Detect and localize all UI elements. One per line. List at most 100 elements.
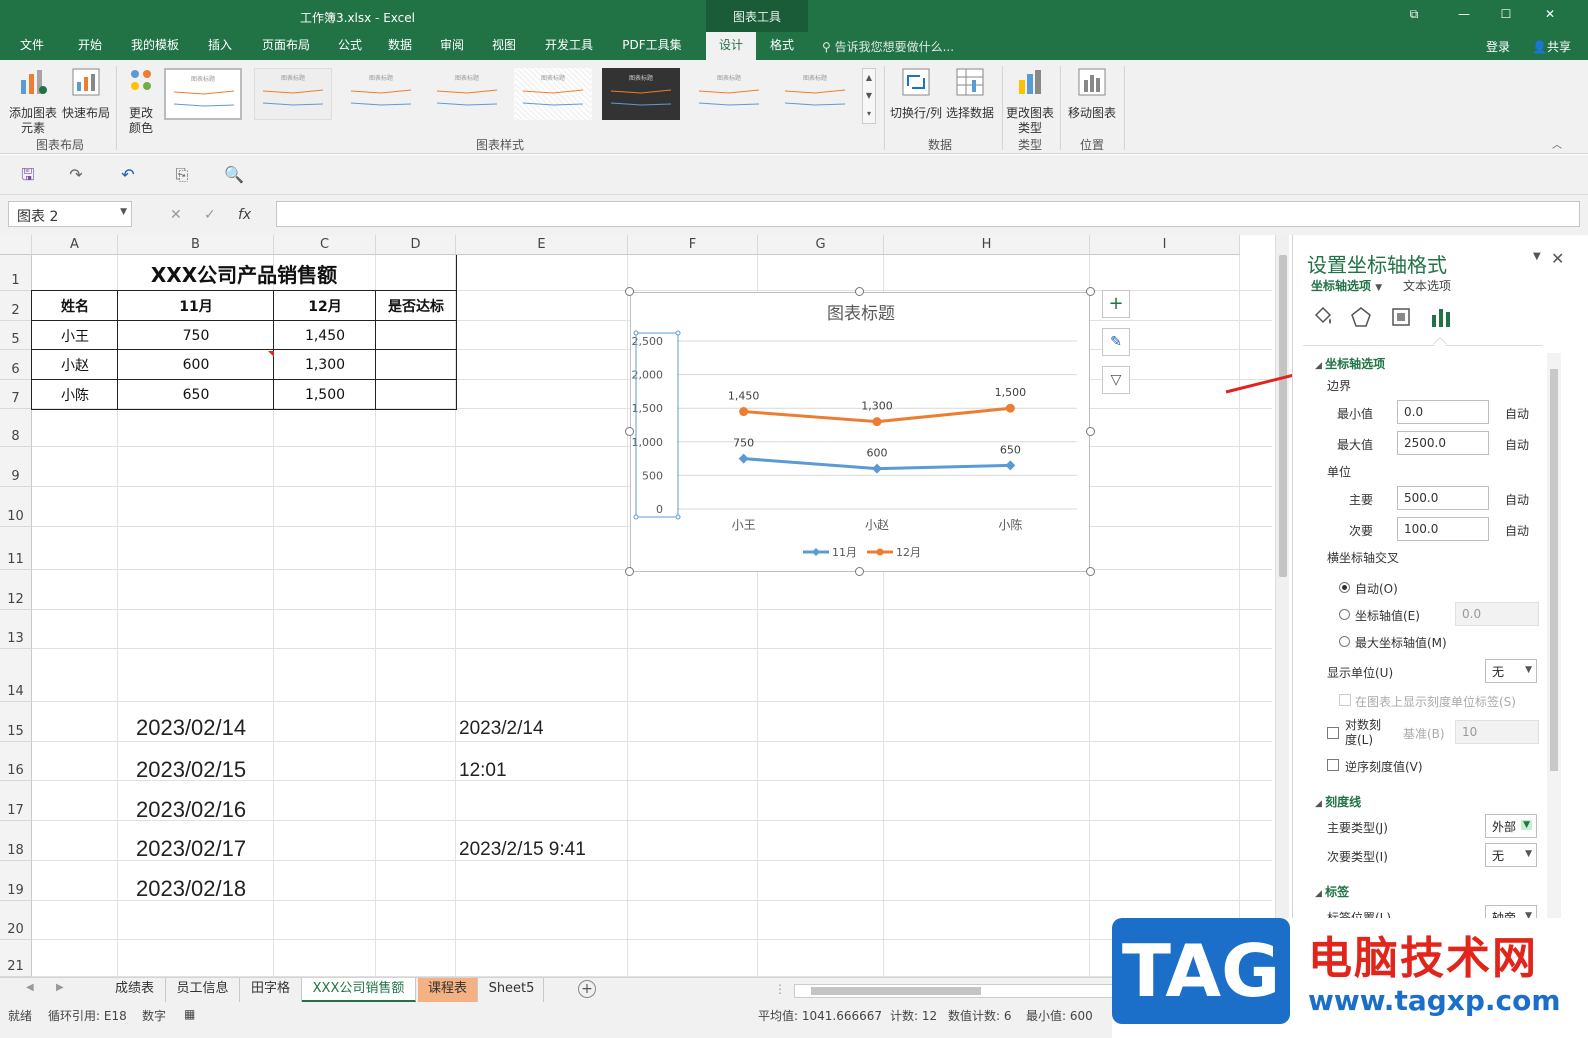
data-label[interactable]: 1,300: [861, 400, 893, 413]
sheet-tab[interactable]: 课程表: [418, 978, 478, 1002]
minor-auto-button[interactable]: 自动: [1505, 522, 1529, 539]
column-header[interactable]: I: [1090, 235, 1240, 255]
text-options-tab[interactable]: 文本选项: [1403, 277, 1451, 294]
legend-label[interactable]: 12月: [896, 546, 921, 559]
column-header[interactable]: A: [32, 235, 118, 255]
min-auto-button[interactable]: 自动: [1505, 405, 1529, 422]
data-point[interactable]: [739, 407, 749, 417]
pane-menu-icon[interactable]: ▼: [1533, 251, 1541, 262]
splitter-icon[interactable]: ⋮: [774, 982, 786, 996]
tab-review[interactable]: 审阅: [434, 32, 470, 60]
column-header[interactable]: D: [376, 235, 456, 255]
column-header[interactable]: F: [628, 235, 758, 255]
cancel-icon[interactable]: ✕: [170, 207, 182, 223]
select-data-button[interactable]: 选择数据: [944, 66, 996, 121]
axis-selection-handle[interactable]: [633, 514, 639, 520]
row-header[interactable]: 20: [0, 901, 32, 940]
chart-style-4[interactable]: 图表标题: [428, 68, 506, 120]
row-header[interactable]: 12: [0, 570, 32, 610]
row-header[interactable]: 13: [0, 610, 32, 649]
data-label[interactable]: 750: [733, 437, 754, 450]
horizontal-scrollbar[interactable]: [794, 984, 1114, 998]
row-header[interactable]: 9: [0, 447, 32, 487]
chart-style-1[interactable]: 图表标题: [164, 68, 242, 120]
column-header[interactable]: E: [456, 235, 628, 255]
data-point[interactable]: [738, 453, 749, 464]
major-auto-button[interactable]: 自动: [1505, 491, 1529, 508]
row-header[interactable]: 7: [0, 380, 32, 409]
cross-max-radio[interactable]: [1339, 636, 1350, 647]
login-link[interactable]: 登录: [1486, 38, 1510, 55]
redo-icon[interactable]: ↷: [66, 165, 86, 185]
minor-unit-input[interactable]: 100.0: [1397, 517, 1489, 541]
section-labels[interactable]: ◢ 标签: [1315, 883, 1349, 900]
row-header[interactable]: 17: [0, 781, 32, 821]
x-tick-label[interactable]: 小王: [732, 518, 756, 532]
pane-close-icon[interactable]: ✕: [1551, 249, 1564, 268]
section-tick-marks[interactable]: ◢ 刻度线: [1315, 793, 1361, 810]
x-tick-label[interactable]: 小陈: [998, 517, 1022, 532]
effects-icon[interactable]: [1349, 305, 1373, 329]
row-header[interactable]: 8: [0, 409, 32, 447]
row-header[interactable]: 16: [0, 742, 32, 781]
section-axis-options[interactable]: ◢ 坐标轴选项: [1315, 355, 1385, 372]
enter-icon[interactable]: ✓: [204, 207, 216, 223]
resize-handle[interactable]: [855, 567, 864, 576]
legend-label[interactable]: 11月: [832, 546, 857, 559]
tab-insert[interactable]: 插入: [200, 32, 240, 60]
x-tick-label[interactable]: 小赵: [865, 518, 889, 532]
data-point[interactable]: [1005, 460, 1016, 471]
column-header[interactable]: C: [274, 235, 376, 255]
date-cell[interactable]: 2023/02/16: [136, 797, 246, 823]
undo-icon[interactable]: ↶: [118, 165, 138, 185]
column-header[interactable]: G: [758, 235, 884, 255]
copy-format-icon[interactable]: ⎘: [172, 165, 192, 185]
chart-filters-button[interactable]: ▽: [1102, 366, 1130, 394]
resize-handle[interactable]: [1086, 427, 1095, 436]
value-cell[interactable]: 2023/2/15 9:41: [459, 839, 586, 861]
add-sheet-icon[interactable]: +: [578, 980, 596, 998]
sheet-tab[interactable]: 田字格: [240, 978, 302, 1002]
fill-line-icon[interactable]: [1311, 305, 1335, 329]
y-tick-label[interactable]: 500: [642, 469, 663, 482]
data-label[interactable]: 1,450: [728, 390, 760, 403]
axis-options-icon[interactable]: [1429, 305, 1453, 329]
scroll-thumb[interactable]: [1279, 255, 1287, 577]
resize-handle[interactable]: [1086, 287, 1095, 296]
row-header[interactable]: 19: [0, 861, 32, 901]
tell-me-search[interactable]: ⚲ 告诉我您想要做什么...: [822, 38, 954, 55]
chart-style-7[interactable]: 图表标题: [690, 68, 768, 120]
row-header[interactable]: 11: [0, 527, 32, 570]
select-all-corner[interactable]: [0, 235, 32, 255]
major-type-select[interactable]: 外部 ▼: [1485, 814, 1537, 838]
save-icon[interactable]: 🖫: [18, 165, 38, 185]
resize-handle[interactable]: [625, 567, 634, 576]
chart-style-8[interactable]: 图表标题: [776, 68, 854, 120]
close-button[interactable]: ✕: [1540, 7, 1560, 25]
move-chart-button[interactable]: 移动图表: [1064, 66, 1120, 121]
data-label[interactable]: 650: [1000, 443, 1021, 456]
tab-my-templates[interactable]: 我的模板: [124, 32, 186, 60]
sheet-tab[interactable]: 成绩表: [104, 978, 166, 1002]
major-unit-input[interactable]: 500.0: [1397, 486, 1489, 510]
column-header[interactable]: H: [884, 235, 1090, 255]
tab-home[interactable]: 开始: [70, 32, 110, 60]
chart-elements-button[interactable]: +: [1102, 290, 1130, 318]
print-preview-icon[interactable]: 🔍: [224, 165, 244, 185]
row-header[interactable]: 6: [0, 350, 32, 380]
legend-marker[interactable]: [876, 548, 884, 556]
selected-axis-box[interactable]: [635, 332, 679, 518]
axis-selection-handle[interactable]: [675, 514, 681, 520]
data-label[interactable]: 1,500: [995, 386, 1027, 399]
size-properties-icon[interactable]: [1389, 305, 1413, 329]
cross-value-radio[interactable]: [1339, 609, 1350, 620]
tab-file[interactable]: 文件: [14, 32, 50, 60]
collapse-ribbon-icon[interactable]: ︿: [1552, 136, 1562, 151]
macro-record-icon[interactable]: ▦: [184, 1007, 195, 1021]
tab-data[interactable]: 数据: [382, 32, 418, 60]
resize-handle[interactable]: [625, 427, 634, 436]
pane-scrollbar[interactable]: [1547, 353, 1561, 973]
tab-page-layout[interactable]: 页面布局: [254, 32, 318, 60]
tab-developer[interactable]: 开发工具: [538, 32, 600, 60]
row-header[interactable]: 18: [0, 821, 32, 861]
